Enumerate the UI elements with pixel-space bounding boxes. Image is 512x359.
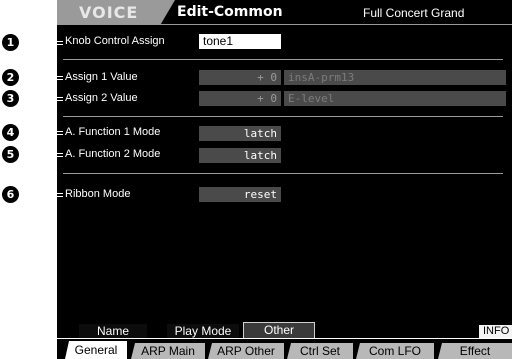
sub-tab-bar: Name Play Mode Other xyxy=(57,322,512,338)
tab-ctrl-set[interactable]: Ctrl Set xyxy=(287,343,353,359)
assign-1-value-label: Assign 1 Value xyxy=(65,71,138,83)
callout-leader xyxy=(57,97,63,101)
divider xyxy=(57,24,512,25)
callout-2: 2 xyxy=(2,69,19,86)
callout-leader xyxy=(57,131,63,135)
main-tab-bar: General ARP Main ARP Other Ctrl Set Com … xyxy=(57,341,512,359)
divider xyxy=(63,116,503,117)
callout-leader xyxy=(57,76,63,80)
callout-3: 3 xyxy=(2,90,19,107)
callout-6: 6 xyxy=(2,186,19,203)
knob-control-assign-value[interactable]: tone1 xyxy=(199,34,281,49)
assign-1-parameter: insA-prm13 xyxy=(284,70,506,85)
mode-label: VOICE xyxy=(79,3,139,22)
a-function-1-mode-value[interactable]: latch xyxy=(199,126,281,141)
info-button[interactable]: INFO xyxy=(479,325,512,338)
callout-leader xyxy=(57,193,63,197)
voice-name: Full Concert Grand xyxy=(363,6,465,20)
callout-leader xyxy=(57,41,63,45)
a-function-2-mode-label: A. Function 2 Mode xyxy=(65,148,161,160)
ribbon-mode-label: Ribbon Mode xyxy=(65,188,131,200)
tab-other[interactable]: Other xyxy=(243,322,315,338)
knob-control-assign-label: Knob Control Assign xyxy=(65,35,165,47)
assign-2-parameter: E-level xyxy=(284,91,506,106)
a-function-1-mode-label: A. Function 1 Mode xyxy=(65,126,161,138)
callout-5: 5 xyxy=(2,146,19,163)
assign-1-value[interactable]: + 0 xyxy=(199,70,281,85)
header-bar: VOICE Edit-Common Full Concert Grand xyxy=(57,0,512,24)
callout-4: 4 xyxy=(2,124,19,141)
assign-2-value-label: Assign 2 Value xyxy=(65,92,138,104)
tab-general[interactable]: General xyxy=(65,341,127,359)
divider xyxy=(57,338,512,339)
divider xyxy=(63,173,503,174)
tab-play-mode[interactable]: Play Mode xyxy=(167,324,239,338)
tab-com-lfo[interactable]: Com LFO xyxy=(356,343,434,359)
tab-arp-other[interactable]: ARP Other xyxy=(208,343,284,359)
divider xyxy=(63,59,503,60)
lcd-screen: VOICE Edit-Common Full Concert Grand Kno… xyxy=(57,0,512,359)
page-title: Edit-Common xyxy=(177,4,283,20)
tab-effect[interactable]: Effect xyxy=(438,343,512,359)
a-function-2-mode-value[interactable]: latch xyxy=(199,148,281,163)
tab-arp-main[interactable]: ARP Main xyxy=(131,343,205,359)
callout-leader xyxy=(57,153,63,157)
callout-1: 1 xyxy=(2,34,19,51)
assign-2-value[interactable]: + 0 xyxy=(199,91,281,106)
tab-name[interactable]: Name xyxy=(79,324,147,338)
ribbon-mode-value[interactable]: reset xyxy=(199,187,281,202)
mode-tab: VOICE xyxy=(57,0,175,24)
